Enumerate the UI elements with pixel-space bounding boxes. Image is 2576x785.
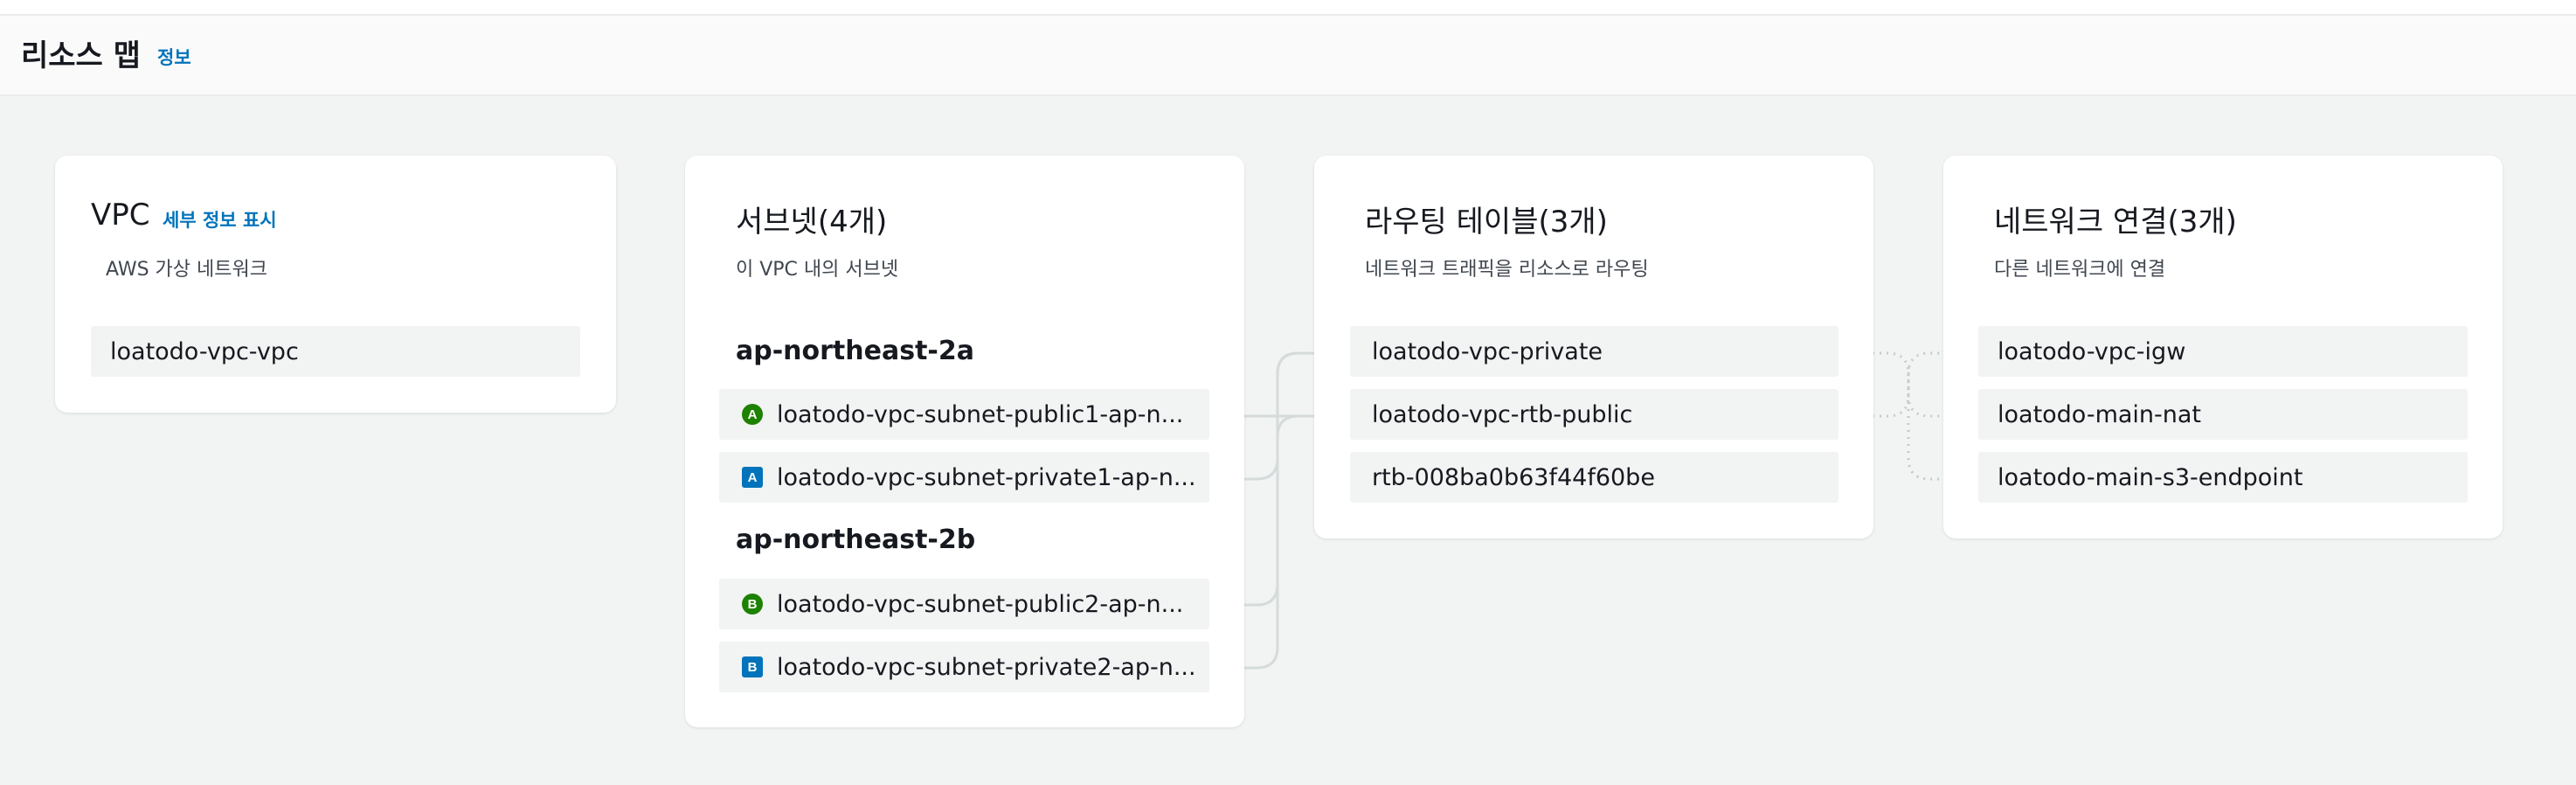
subnets-card: 서브넷(4개) 이 VPC 내의 서브넷 ap-northeast-2a A l… xyxy=(685,156,1244,727)
info-link[interactable]: 정보 xyxy=(157,44,191,70)
vpc-details-link[interactable]: 세부 정보 표시 xyxy=(163,206,277,233)
network-connections-card-title: 네트워크 연결(3개) xyxy=(1994,205,2237,240)
route-table-item[interactable]: loatodo-vpc-private xyxy=(1350,326,1839,377)
subnet-item-public1[interactable]: A loatodo-vpc-subnet-public1-ap-n... xyxy=(719,389,1209,440)
route-tables-card: 라우팅 테이블(3개) 네트워크 트래픽을 리소스로 라우팅 loatodo-v… xyxy=(1314,156,1873,538)
route-table-item[interactable]: rtb-008ba0b63f44f60be xyxy=(1350,452,1839,503)
route-tables-card-description: 네트워크 트래픽을 리소스로 라우팅 xyxy=(1365,259,1649,281)
public-subnet-badge-icon: B xyxy=(742,594,763,615)
vpc-card: VPC 세부 정보 표시 AWS 가상 네트워크 loatodo-vpc-vpc xyxy=(55,156,616,413)
vpc-card-description: AWS 가상 네트워크 xyxy=(106,259,267,281)
resource-map-header: 리소스 맵 정보 xyxy=(0,16,2576,96)
public-subnet-badge-icon: A xyxy=(742,404,763,425)
subnet-item-private2[interactable]: B loatodo-vpc-subnet-private2-ap-n... xyxy=(719,642,1209,692)
availability-zone-label: ap-northeast-2a xyxy=(736,336,974,366)
page-title: 리소스 맵 xyxy=(21,38,141,73)
top-border xyxy=(0,0,2576,16)
vpc-card-title: VPC xyxy=(91,198,150,233)
subnet-item-private1[interactable]: A loatodo-vpc-subnet-private1-ap-n... xyxy=(719,452,1209,503)
private-subnet-badge-icon: A xyxy=(742,467,763,488)
route-tables-card-title: 라우팅 테이블(3개) xyxy=(1365,205,1608,240)
connector-rtb-public-to-s3 xyxy=(1907,416,1930,481)
availability-zone-label: ap-northeast-2b xyxy=(736,524,976,555)
subnet-item-public2[interactable]: B loatodo-vpc-subnet-public2-ap-n... xyxy=(719,579,1209,629)
network-connections-card-description: 다른 네트워크에 연결 xyxy=(1994,259,2166,281)
network-connection-item[interactable]: loatodo-main-nat xyxy=(1978,389,2468,440)
route-table-item[interactable]: loatodo-vpc-rtb-public xyxy=(1350,389,1839,440)
subnets-card-description: 이 VPC 내의 서브넷 xyxy=(736,259,899,281)
network-connections-card: 네트워크 연결(3개) 다른 네트워크에 연결 loatodo-vpc-igw … xyxy=(1943,156,2503,538)
network-connection-item[interactable]: loatodo-vpc-igw xyxy=(1978,326,2468,377)
subnets-card-title: 서브넷(4개) xyxy=(736,205,888,240)
network-connection-item[interactable]: loatodo-main-s3-endpoint xyxy=(1978,452,2468,503)
vpc-item[interactable]: loatodo-vpc-vpc xyxy=(91,326,580,377)
private-subnet-badge-icon: B xyxy=(742,656,763,677)
